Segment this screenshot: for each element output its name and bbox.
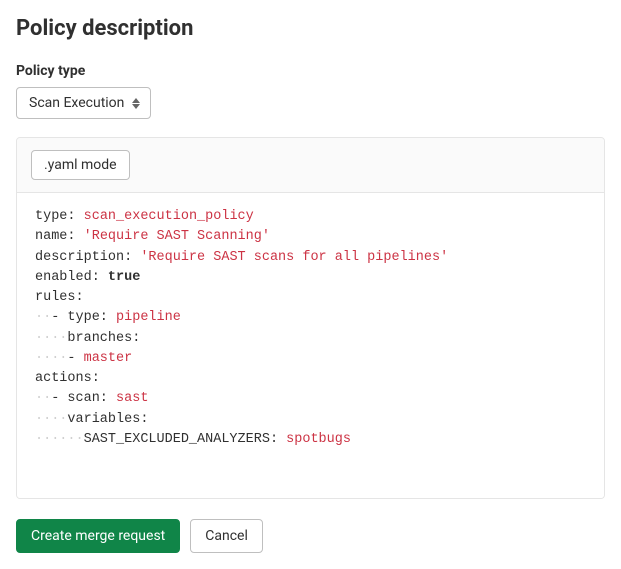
actions-row: Create merge request Cancel: [16, 519, 605, 553]
code-line: description: 'Require SAST scans for all…: [35, 248, 586, 268]
policy-type-select[interactable]: Scan Execution: [16, 87, 151, 119]
page-title: Policy description: [16, 16, 605, 41]
code-line: type: scan_execution_policy: [35, 207, 586, 227]
code-line: ······SAST_EXCLUDED_ANALYZERS: spotbugs: [35, 430, 586, 450]
code-line: ····variables:: [35, 410, 586, 430]
cancel-button[interactable]: Cancel: [190, 519, 263, 553]
code-line: ··- type: pipeline: [35, 308, 586, 328]
yaml-editor-panel: .yaml mode type: scan_execution_policyna…: [16, 137, 605, 499]
code-line: actions:: [35, 369, 586, 389]
editor-header: .yaml mode: [17, 138, 604, 193]
sort-icon: [132, 98, 140, 109]
code-line: rules:: [35, 288, 586, 308]
yaml-mode-button[interactable]: .yaml mode: [31, 150, 130, 180]
create-merge-request-button[interactable]: Create merge request: [16, 519, 180, 553]
code-line: ··- scan: sast: [35, 389, 586, 409]
code-line: ····- master: [35, 349, 586, 369]
policy-type-value: Scan Execution: [29, 95, 124, 111]
code-line: ····branches:: [35, 329, 586, 349]
policy-type-label: Policy type: [16, 63, 605, 79]
yaml-mode-label: .yaml mode: [44, 157, 117, 173]
code-line: enabled: true: [35, 268, 586, 288]
yaml-editor-body[interactable]: type: scan_execution_policyname: 'Requir…: [17, 193, 604, 498]
code-line: name: 'Require SAST Scanning': [35, 227, 586, 247]
